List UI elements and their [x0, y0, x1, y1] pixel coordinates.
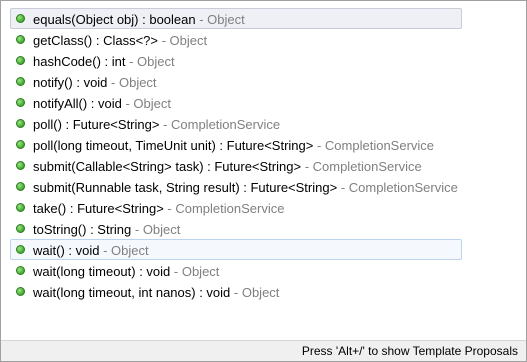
public-method-icon: [16, 287, 25, 296]
proposal-signature: wait(long timeout) : void: [33, 264, 171, 279]
proposal-signature: notify() : void: [33, 75, 108, 90]
proposal-signature: submit(Callable<String> task) : Future<S…: [33, 159, 302, 174]
proposal-signature: poll(long timeout, TimeUnit unit) : Futu…: [33, 138, 314, 153]
proposal-signature: wait() : void: [33, 243, 100, 258]
public-method-icon: [16, 161, 25, 170]
public-method-icon: [16, 245, 25, 254]
proposal-item[interactable]: wait(long timeout) : void - Object: [10, 260, 462, 281]
public-method-icon: [16, 35, 25, 44]
proposal-signature: poll() : Future<String>: [33, 117, 160, 132]
proposal-owner: - Object: [158, 33, 208, 48]
proposal-signature: toString() : String: [33, 222, 132, 237]
proposal-item[interactable]: poll(long timeout, TimeUnit unit) : Futu…: [10, 134, 462, 155]
proposal-owner: - Object: [125, 54, 175, 69]
public-method-icon: [16, 77, 25, 86]
public-method-icon: [16, 182, 25, 191]
proposal-list: equals(Object obj) : boolean - Object get…: [10, 8, 462, 302]
public-method-icon: [16, 203, 25, 212]
proposal-item[interactable]: take() : Future<String> - CompletionServ…: [10, 197, 462, 218]
public-method-icon: [16, 224, 25, 233]
proposal-item[interactable]: poll() : Future<String> - CompletionServ…: [10, 113, 462, 134]
content-assist-popup: equals(Object obj) : boolean - Object get…: [0, 0, 527, 362]
proposal-owner: - Object: [170, 264, 220, 279]
public-method-icon: [16, 14, 25, 23]
proposal-owner: - Object: [230, 285, 280, 300]
status-bar: Press 'Alt+/' to show Template Proposals: [1, 340, 526, 361]
proposal-item[interactable]: hashCode() : int - Object: [10, 50, 462, 71]
proposal-signature: submit(Runnable task, String result) : F…: [33, 180, 338, 195]
proposal-owner: - Object: [107, 75, 157, 90]
public-method-icon: [16, 98, 25, 107]
proposal-owner: - Object: [99, 243, 149, 258]
template-proposals-hint: Press 'Alt+/' to show Template Proposals: [301, 344, 518, 358]
proposal-signature: getClass() : Class<?>: [33, 33, 158, 48]
proposal-owner: - CompletionService: [313, 138, 435, 153]
proposal-item[interactable]: wait() : void - Object: [10, 239, 462, 260]
proposal-owner: - Object: [121, 96, 171, 111]
proposal-signature: equals(Object obj) : boolean: [33, 12, 196, 27]
proposal-signature: notifyAll() : void: [33, 96, 122, 111]
proposal-item[interactable]: submit(Callable<String> task) : Future<S…: [10, 155, 462, 176]
public-method-icon: [16, 140, 25, 149]
proposal-owner: - Object: [195, 12, 245, 27]
proposal-owner: - CompletionService: [159, 117, 281, 132]
proposal-item[interactable]: notify() : void - Object: [10, 71, 462, 92]
proposal-item[interactable]: wait(long timeout, int nanos) : void - O…: [10, 281, 462, 302]
proposal-item[interactable]: equals(Object obj) : boolean - Object: [10, 8, 462, 29]
public-method-icon: [16, 266, 25, 275]
proposal-signature: wait(long timeout, int nanos) : void: [33, 285, 231, 300]
proposal-owner: - Object: [131, 222, 181, 237]
proposal-owner: - CompletionService: [337, 180, 458, 195]
proposal-owner: - CompletionService: [163, 201, 285, 216]
proposal-owner: - CompletionService: [301, 159, 422, 174]
proposal-item[interactable]: toString() : String - Object: [10, 218, 462, 239]
public-method-icon: [16, 119, 25, 128]
proposal-item[interactable]: notifyAll() : void - Object: [10, 92, 462, 113]
proposal-item[interactable]: submit(Runnable task, String result) : F…: [10, 176, 462, 197]
public-method-icon: [16, 56, 25, 65]
proposal-signature: take() : Future<String>: [33, 201, 164, 216]
proposal-item[interactable]: getClass() : Class<?> - Object: [10, 29, 462, 50]
proposal-signature: hashCode() : int: [33, 54, 126, 69]
